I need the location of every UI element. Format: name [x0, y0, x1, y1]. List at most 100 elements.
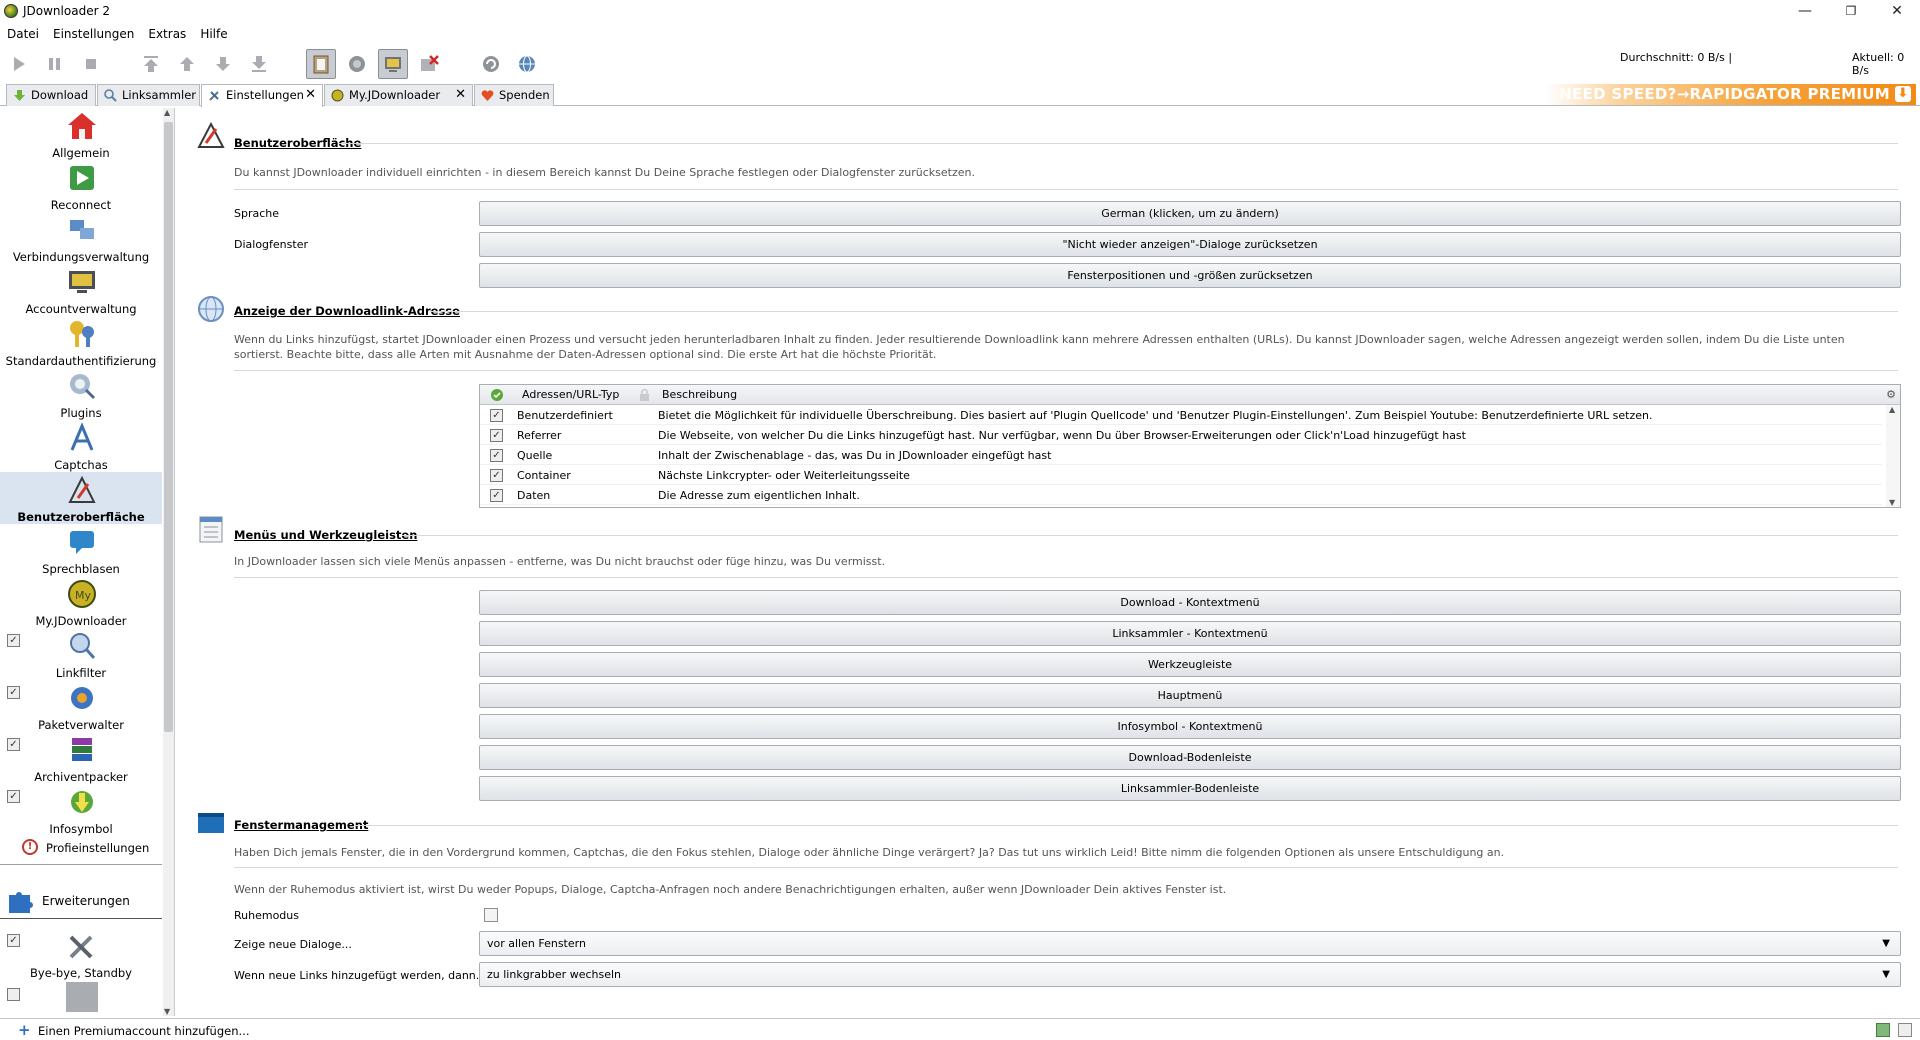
- sidebar-item-myjdownloader[interactable]: My My.JDownloader: [0, 576, 162, 628]
- toolbar-button[interactable]: Werkzeugleiste: [479, 652, 1901, 677]
- linkfilter-checkbox[interactable]: ✓: [7, 634, 20, 647]
- byebye-standby-checkbox[interactable]: ✓: [7, 934, 20, 947]
- move-bottom-icon[interactable]: [244, 49, 274, 79]
- add-premium-icon[interactable]: +: [18, 1021, 31, 1039]
- silent-mode-checkbox[interactable]: [484, 908, 498, 922]
- settings-sidebar: Allgemein Reconnect Verbindungsverwaltun…: [0, 108, 175, 1016]
- sidebar-item-archiventpacker[interactable]: Archiventpacker: [0, 732, 162, 784]
- row-checkbox[interactable]: ✓: [490, 429, 503, 442]
- table-row[interactable]: ✓ Referrer Die Webseite, von welcher Du …: [480, 425, 1882, 445]
- sidebar-item-infosymbol[interactable]: Infosymbol: [0, 784, 162, 836]
- notification-icon[interactable]: [1898, 1023, 1912, 1037]
- column-header-description[interactable]: Beschreibung: [662, 388, 737, 401]
- close-tab-icon[interactable]: ✕: [455, 85, 466, 105]
- tab-linksammler[interactable]: Linksammler: [97, 84, 200, 106]
- sidebar-item-accountverwaltung[interactable]: Accountverwaltung: [0, 264, 162, 316]
- download-context-menu-button[interactable]: Download - Kontextmenü: [479, 590, 1901, 615]
- sidebar-scrollbar[interactable]: ▲ ▼: [163, 108, 174, 1016]
- sidebar-item-standardauthentifizierung[interactable]: Standardauthentifizierung: [0, 316, 162, 368]
- archiventpacker-checkbox[interactable]: ✓: [7, 738, 20, 751]
- language-button[interactable]: German (klicken, um zu ändern): [479, 201, 1901, 226]
- svg-text:My: My: [75, 589, 91, 602]
- scroll-down-icon[interactable]: ▼: [1889, 498, 1895, 507]
- tab-linksammler-label: Linksammler: [122, 88, 196, 102]
- tray-status-icon[interactable]: [1876, 1023, 1890, 1037]
- sidebar-item-benutzeroberflaeche[interactable]: Benutzeroberfläche: [0, 472, 162, 524]
- profi-einstellungen-link[interactable]: Profieinstellungen: [46, 841, 149, 855]
- tab-einstellungen[interactable]: Einstellungen ✕: [201, 84, 323, 107]
- menu-einstellungen[interactable]: Einstellungen: [46, 24, 141, 44]
- new-dialogs-select[interactable]: vor allen Fenstern ▼: [479, 931, 1901, 956]
- table-row[interactable]: ✓ Daten Die Adresse zum eigentlichen Inh…: [480, 485, 1882, 505]
- row-checkbox[interactable]: ✓: [490, 469, 503, 482]
- tab-download[interactable]: Download: [6, 84, 96, 106]
- row-checkbox[interactable]: ✓: [490, 489, 503, 502]
- section-description: Du kannst JDownloader individuell einric…: [234, 166, 975, 179]
- close-tab-icon[interactable]: ✕: [305, 85, 316, 105]
- premium-toggle-icon[interactable]: [378, 49, 408, 79]
- stop-icon[interactable]: [76, 49, 106, 79]
- column-settings-icon[interactable]: ⚙: [1886, 388, 1896, 401]
- globe-settings-icon[interactable]: [512, 49, 542, 79]
- tab-spenden[interactable]: Spenden: [474, 84, 554, 106]
- lock-icon: [640, 388, 649, 401]
- table-row[interactable]: ✓ Benutzerdefiniert Bietet die Möglichke…: [480, 405, 1882, 425]
- table-row[interactable]: ✓ Container Nächste Linkcrypter- oder We…: [480, 465, 1882, 485]
- row-checkbox[interactable]: ✓: [490, 409, 503, 422]
- move-top-icon[interactable]: [136, 49, 166, 79]
- paketverwalter-checkbox[interactable]: ✓: [7, 686, 20, 699]
- sidebar-item-captchas[interactable]: Captchas: [0, 420, 162, 472]
- minimize-button[interactable]: —: [1782, 0, 1828, 22]
- myjd-icon: My: [68, 580, 96, 608]
- tab-einstellungen-label: Einstellungen: [226, 88, 304, 102]
- tray-context-menu-button[interactable]: Infosymbol - Kontextmenü: [479, 714, 1901, 739]
- tab-myjdownloader[interactable]: My.JDownloader ✕: [324, 84, 473, 106]
- speed-limit-icon[interactable]: [414, 49, 444, 79]
- row-checkbox[interactable]: ✓: [490, 449, 503, 462]
- sidebar-item-allgemein[interactable]: Allgemein: [0, 108, 162, 160]
- add-premium-link[interactable]: Einen Premiumaccount hinzufügen...: [38, 1024, 249, 1038]
- reset-dialogs-button[interactable]: "Nicht wieder anzeigen"-Dialoge zurückse…: [479, 232, 1901, 257]
- window-title: JDownloader 2: [23, 4, 110, 18]
- linkgrabber-context-menu-button[interactable]: Linksammler - Kontextmenü: [479, 621, 1901, 646]
- reconnect-toggle-icon[interactable]: [342, 49, 372, 79]
- infosymbol-checkbox[interactable]: ✓: [7, 790, 20, 803]
- restore-button[interactable]: ❐: [1828, 0, 1874, 22]
- linkgrabber-bottombar-button[interactable]: Linksammler-Bodenleiste: [479, 776, 1901, 801]
- sidebar-item-reconnect[interactable]: Reconnect: [0, 160, 162, 212]
- menu-datei[interactable]: Datei: [0, 24, 46, 44]
- start-icon[interactable]: [4, 49, 34, 79]
- update-icon[interactable]: [476, 49, 506, 79]
- column-header-type[interactable]: Adressen/URL-Typ: [522, 388, 619, 401]
- reset-window-positions-button[interactable]: Fensterpositionen und -größen zurücksetz…: [479, 263, 1901, 288]
- sidebar-item-label: Archiventpacker: [34, 770, 128, 784]
- new-links-select[interactable]: zu linkgrabber wechseln ▼: [479, 962, 1901, 987]
- sidebar-item-byebye-standby[interactable]: Bye-bye, Standby: [0, 928, 162, 980]
- scrollbar-thumb[interactable]: [164, 122, 173, 732]
- clipboard-observer-icon[interactable]: [306, 49, 336, 79]
- extension-checkbox[interactable]: [7, 988, 20, 1001]
- table-row[interactable]: ✓ Quelle Inhalt der Zwischenablage - das…: [480, 445, 1882, 465]
- close-button[interactable]: ✕: [1874, 0, 1920, 22]
- download-bottombar-button[interactable]: Download-Bodenleiste: [479, 745, 1901, 770]
- move-up-icon[interactable]: [172, 49, 202, 79]
- average-speed: Durchschnitt: 0 B/s |: [1620, 51, 1733, 64]
- sidebar-item-plugins[interactable]: Plugins: [0, 368, 162, 420]
- sidebar-item-paketverwalter[interactable]: Paketverwalter: [0, 680, 162, 732]
- sidebar-item-sprechblasen[interactable]: Sprechblasen: [0, 524, 162, 576]
- check-all-icon[interactable]: [490, 388, 504, 402]
- table-scrollbar[interactable]: ▲ ▼: [1886, 405, 1900, 507]
- pause-icon[interactable]: [40, 49, 70, 79]
- scroll-up-icon[interactable]: ▲: [1889, 405, 1895, 414]
- move-down-icon[interactable]: [208, 49, 238, 79]
- window-icon: [198, 813, 224, 833]
- sidebar-item-linkfilter[interactable]: Linkfilter: [0, 628, 162, 680]
- premium-promo-banner[interactable]: NEED SPEED?→RAPIDGATOR PREMIUM ⬇: [1546, 84, 1916, 105]
- menu-extras[interactable]: Extras: [141, 24, 193, 44]
- menu-hilfe[interactable]: Hilfe: [193, 24, 234, 44]
- main-menu-button[interactable]: Hauptmenü: [479, 683, 1901, 708]
- scroll-up-icon[interactable]: ▲: [164, 108, 170, 117]
- sidebar-item-verbindungsverwaltung[interactable]: Verbindungsverwaltung: [0, 212, 162, 264]
- scroll-down-icon[interactable]: ▼: [164, 1007, 170, 1016]
- sidebar-item-label: Captchas: [54, 458, 108, 472]
